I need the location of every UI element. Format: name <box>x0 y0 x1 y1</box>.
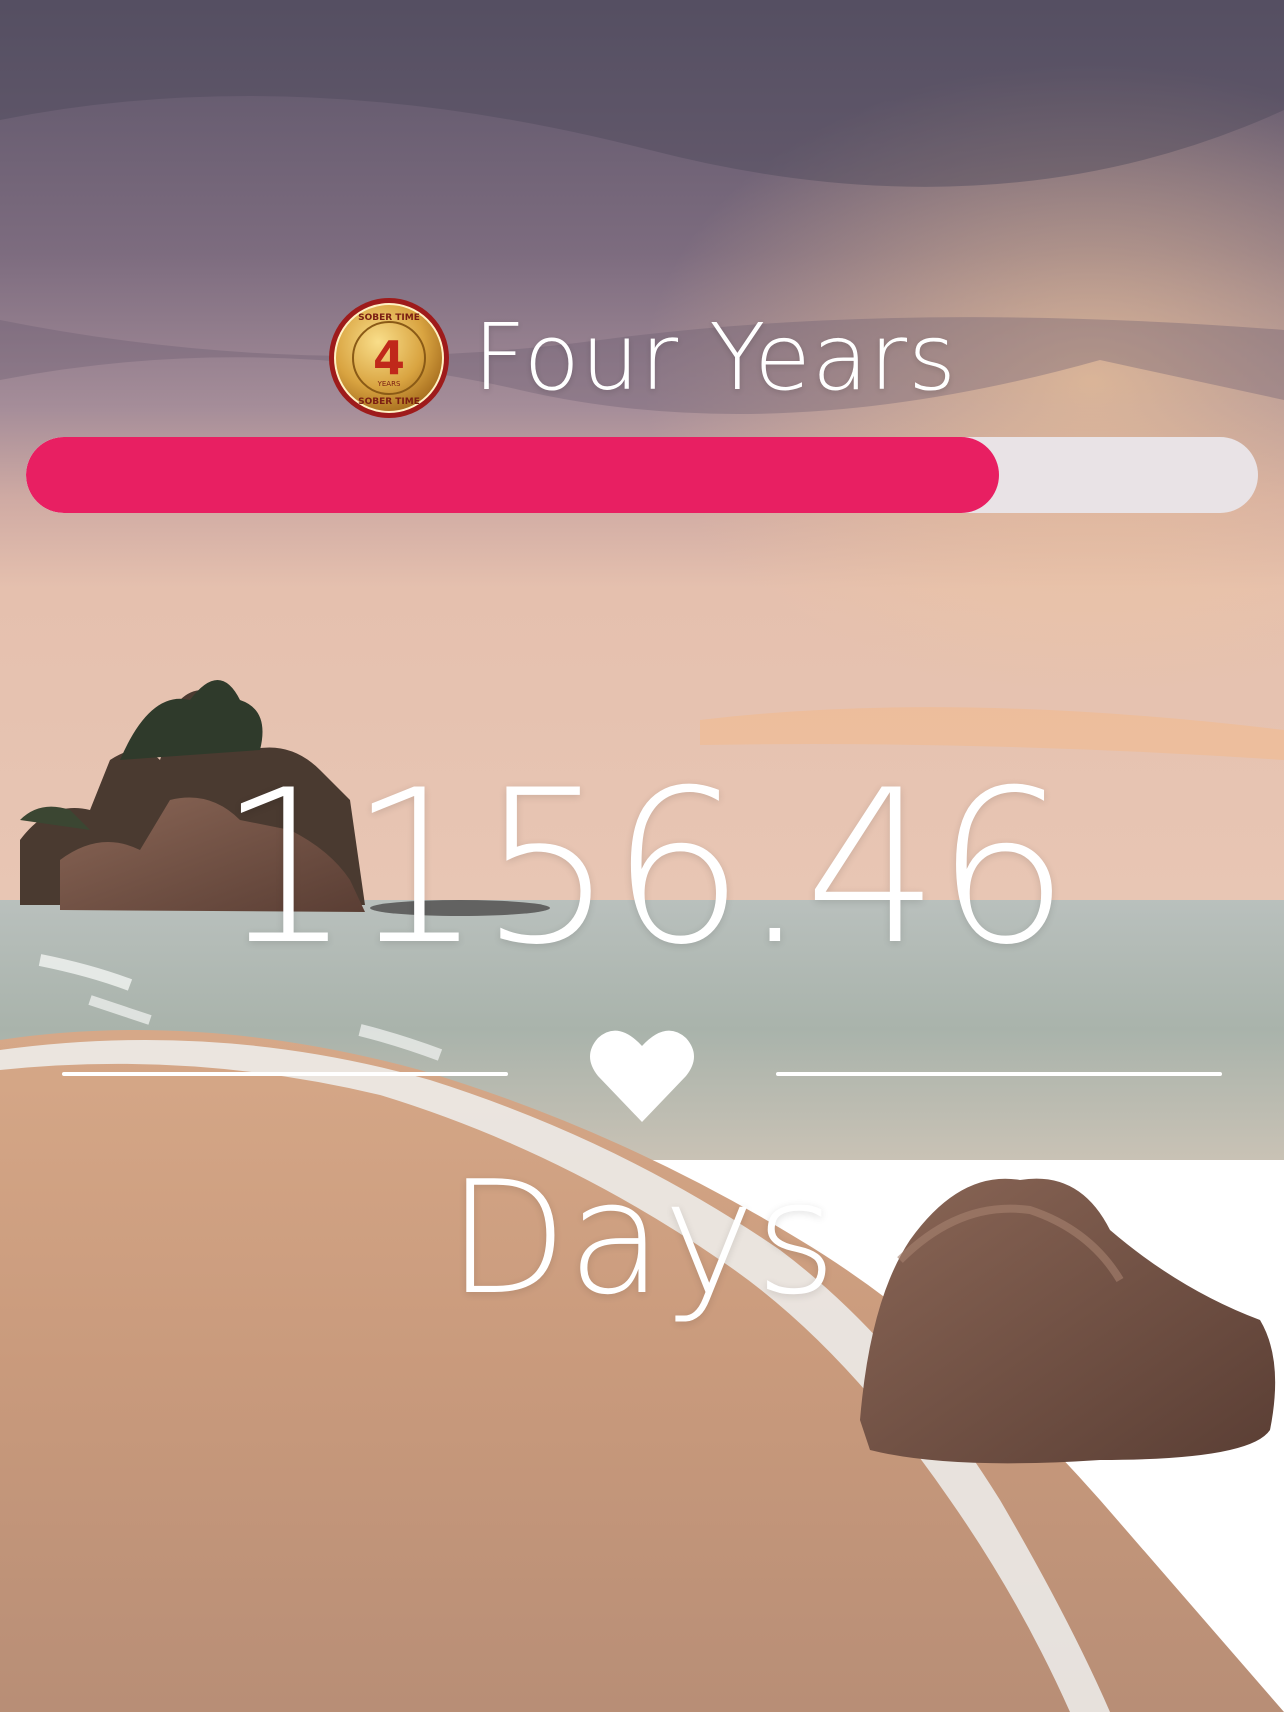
days-counter-value: 1156.46 <box>217 744 1071 991</box>
medal-bottom-text: SOBER TIME <box>358 397 420 407</box>
sober-time-medal-icon: SOBER TIME 4 YEARS SOBER TIME <box>328 298 449 418</box>
milestone-header: SOBER TIME 4 YEARS SOBER TIME Four Years <box>0 288 1284 428</box>
medal-mid-text: YEARS <box>377 380 401 388</box>
days-unit-label: Days <box>447 1147 837 1329</box>
milestone-progress-bar <box>26 437 1258 513</box>
heart-icon <box>590 1030 694 1122</box>
medal-number: 4 <box>373 331 405 385</box>
divider-line-right <box>776 1072 1222 1076</box>
milestone-progress-fill <box>26 437 1000 513</box>
milestone-title: Four Years <box>472 304 957 411</box>
medal-top-text: SOBER TIME <box>358 313 420 323</box>
divider-line-left <box>62 1072 508 1076</box>
